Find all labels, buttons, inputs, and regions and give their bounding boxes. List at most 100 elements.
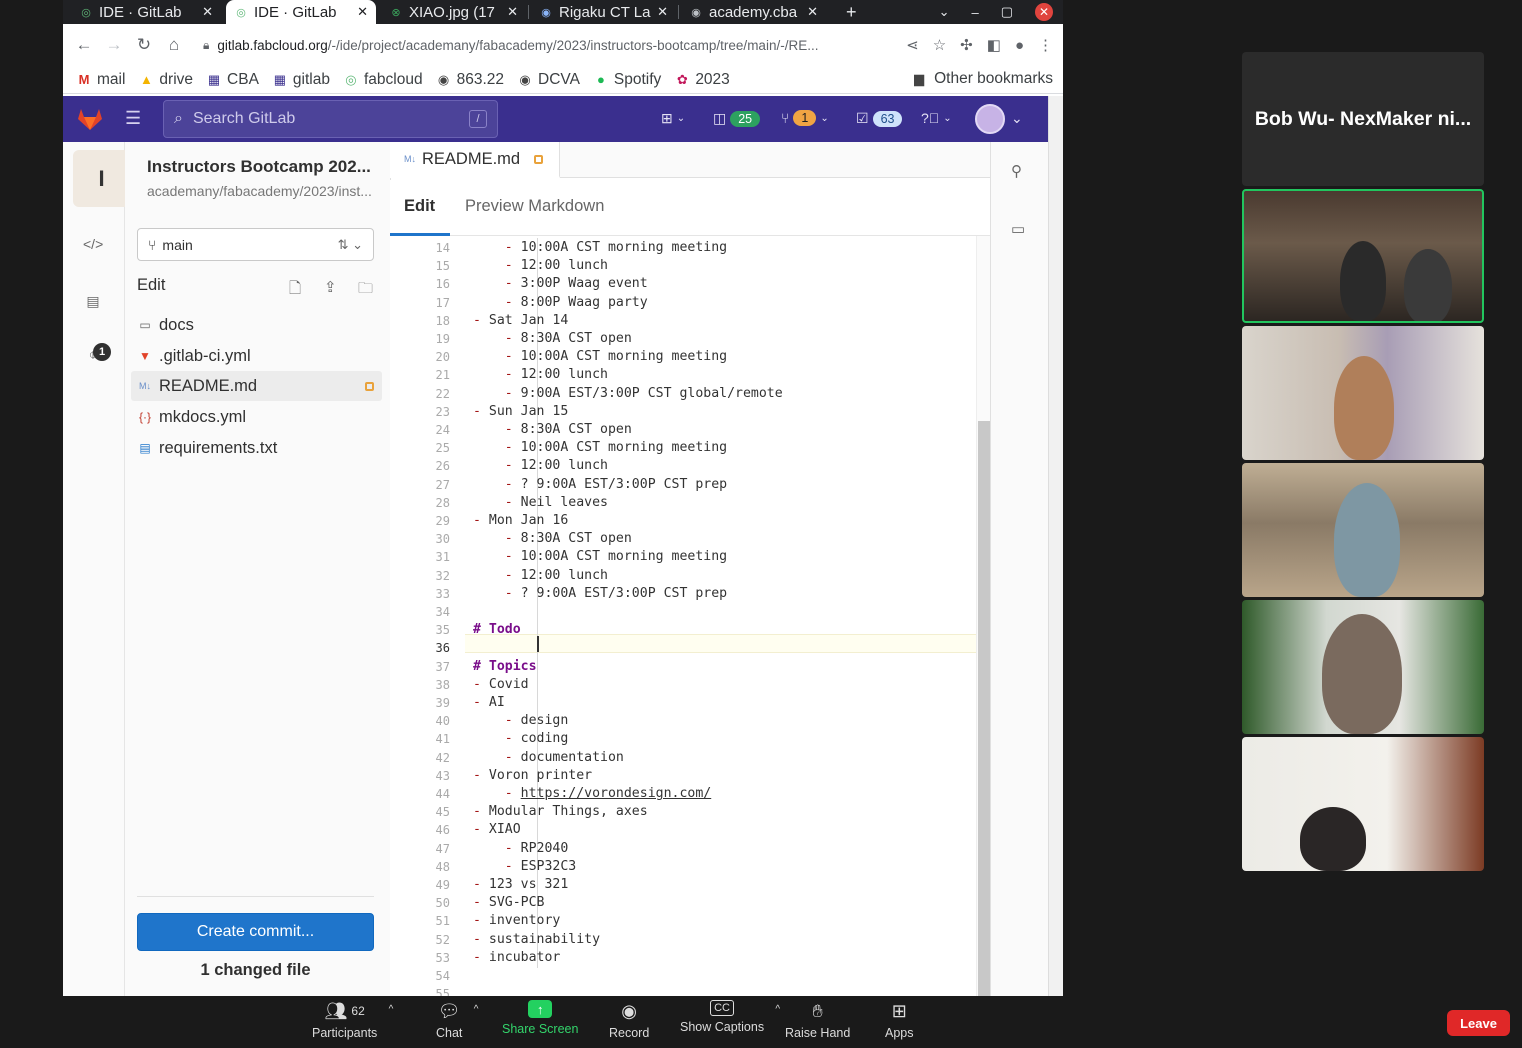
tab-preview-markdown[interactable]: Preview Markdown <box>465 197 604 216</box>
extensions-icon[interactable]: ✣ <box>960 36 973 54</box>
bookmark-2023[interactable]: ✿ 2023 <box>675 71 730 89</box>
raise-hand-button[interactable]: ✋︎ Raise Hand <box>785 1000 850 1041</box>
browser-tab[interactable]: ◉ academy.cba ✕ <box>681 0 826 24</box>
home-icon[interactable]: ⌂ <box>159 35 189 55</box>
bookmarks-bar: Mmail ▲ drive ▦ CBA ▦ gitlab ◎ fabcloud ◉ 863… <box>63 66 1063 94</box>
file-name: .gitlab-ci.yml <box>159 346 251 365</box>
line-number: 21 <box>435 368 450 383</box>
project-avatar[interactable]: I <box>73 150 130 207</box>
close-tab-icon[interactable]: ✕ <box>202 4 213 20</box>
help-menu[interactable]: ?⃝ ⌄ <box>921 110 952 126</box>
close-window-icon[interactable]: ✕ <box>1035 3 1053 21</box>
hamburger-menu-icon[interactable]: ☰ <box>125 108 141 129</box>
record-button[interactable]: ◉ Record <box>609 1000 649 1041</box>
browser-tab[interactable]: ◎ IDE · GitLab ✕ <box>71 0 221 24</box>
maximize-icon[interactable]: ▢ <box>1001 4 1013 20</box>
bookmark-dcva[interactable]: ◉ DCVA <box>518 71 580 89</box>
browser-tab-active[interactable]: ◎ IDE · GitLab ✕ <box>226 0 376 24</box>
chevron-up-icon[interactable]: ^ <box>389 1004 394 1015</box>
participant-name-tile[interactable]: Bob Wu- NexMaker ni... <box>1242 52 1484 186</box>
participant-video[interactable] <box>1242 463 1484 597</box>
participant-video[interactable] <box>1242 600 1484 734</box>
code-icon[interactable]: </> <box>83 236 103 256</box>
new-file-icon[interactable]: 🗋︎ <box>289 278 301 303</box>
list-marker: - <box>504 585 521 601</box>
markdown-icon: M↓ <box>139 381 151 391</box>
search-shortcut: / <box>469 110 487 128</box>
other-bookmarks[interactable]: ▆ Other bookmarks <box>912 70 1053 88</box>
bookmark-spotify[interactable]: ● Spotify <box>594 71 661 89</box>
file-tree-item[interactable]: ▭ docs <box>131 310 382 340</box>
participant-video[interactable] <box>1242 737 1484 871</box>
project-name[interactable]: Instructors Bootcamp 202... <box>147 157 371 177</box>
chevron-up-icon[interactable]: ^ <box>474 1004 479 1015</box>
code-text: 8:30A CST open <box>520 531 632 547</box>
new-tab-button[interactable]: + <box>838 0 865 24</box>
create-new-menu[interactable]: ⊞ ⌄ <box>661 110 685 127</box>
editor-file-tab[interactable]: M↓ README.md <box>390 142 560 178</box>
menu-kebab-icon[interactable]: ⋮ <box>1038 36 1053 54</box>
line-number: 33 <box>435 586 450 601</box>
code-editor[interactable]: - 10:00A CST morning meeting - 12:00 lun… <box>473 236 976 996</box>
chevron-up-icon[interactable]: ^ <box>775 1004 780 1015</box>
chevron-down-icon[interactable]: ⌄ <box>1011 110 1023 127</box>
search-input[interactable]: ⌕ Search GitLab / <box>163 100 498 138</box>
line-number: 29 <box>435 514 450 528</box>
merge-request-dropdown-icon[interactable]: ⇅ ⌄ <box>338 237 363 253</box>
profile-icon[interactable]: ● <box>1015 37 1024 54</box>
close-tab-icon[interactable]: ✕ <box>657 4 668 20</box>
bookmark-gitlab[interactable]: ▦ gitlab <box>273 71 330 89</box>
file-tree-item-selected[interactable]: M↓ README.md <box>131 371 382 401</box>
merge-requests-button[interactable]: ⑂ 1 ⌄ <box>781 110 829 126</box>
file-tree-item[interactable]: {·} mkdocs.yml <box>131 402 382 432</box>
new-folder-icon[interactable]: 🗀︎ <box>358 278 373 303</box>
page-scrollbar[interactable] <box>1048 96 1063 996</box>
participants-button[interactable]: 👥︎ 62 Participants ^ <box>312 1000 393 1041</box>
code-line: - SVG-PCB <box>473 894 544 912</box>
share-icon[interactable]: ⋖ <box>906 36 919 54</box>
gitlab-logo-icon[interactable] <box>77 107 103 131</box>
issues-button[interactable]: ◫ 25 <box>713 110 761 127</box>
show-captions-button[interactable]: CC Show Captions ^ <box>680 1000 780 1034</box>
editor-scrollbar[interactable] <box>976 236 990 996</box>
participant-video[interactable] <box>1242 326 1484 460</box>
participant-video[interactable] <box>1242 189 1484 323</box>
share-screen-button[interactable]: ↑ Share Screen <box>502 1000 578 1036</box>
bookmark-863[interactable]: ◉ 863.22 <box>437 71 504 89</box>
bookmark-star-icon[interactable]: ☆ <box>933 36 946 54</box>
modified-indicator-icon[interactable] <box>534 154 544 164</box>
bookmark-cba[interactable]: ▦ CBA <box>207 71 259 89</box>
upload-icon[interactable]: ⇪ <box>324 278 337 296</box>
user-avatar[interactable] <box>975 104 1005 134</box>
leave-button[interactable]: Leave <box>1447 1010 1510 1036</box>
apps-button[interactable]: ⊞ Apps <box>885 1000 914 1041</box>
side-panel-icon[interactable]: ◧ <box>987 36 1001 54</box>
forward-icon[interactable]: → <box>99 35 129 55</box>
apps-icon: ⊞ <box>891 1000 907 1021</box>
review-icon[interactable]: ▤ <box>83 293 103 313</box>
file-tree-item[interactable]: ▤ requirements.txt <box>131 433 382 463</box>
tab-edit[interactable]: Edit <box>404 197 435 216</box>
address-bar[interactable]: 🔒︎ gitlab.fabcloud.org/-/ide/project/aca… <box>203 30 903 60</box>
browser-tab[interactable]: ⊗ XIAO.jpg (17 ✕ <box>381 0 526 24</box>
terminal-icon[interactable]: ▭ <box>1011 220 1025 238</box>
rocket-icon[interactable]: ⚲ <box>1011 162 1022 180</box>
branch-selector[interactable]: ⑂ main ⇅ ⌄ <box>137 228 374 261</box>
create-commit-button[interactable]: Create commit... <box>137 913 374 951</box>
back-icon[interactable]: ← <box>69 35 99 55</box>
todos-button[interactable]: ☑ 63 <box>856 110 903 127</box>
browser-tab[interactable]: ◉ Rigaku CT La ✕ <box>531 0 676 24</box>
bookmark-fabcloud[interactable]: ◎ fabcloud <box>344 71 422 89</box>
bookmark-drive[interactable]: ▲ drive <box>139 71 193 89</box>
reload-icon[interactable]: ↻ <box>129 35 159 55</box>
close-tab-icon[interactable]: ✕ <box>807 4 818 20</box>
scrollbar-thumb[interactable] <box>978 421 990 996</box>
close-tab-icon[interactable]: ✕ <box>507 4 518 20</box>
close-tab-icon[interactable]: ✕ <box>357 4 368 20</box>
tab-search-icon[interactable]: ⌄ <box>939 4 950 20</box>
code-line: - AI <box>473 694 505 712</box>
chat-button[interactable]: 💬︎ Chat ^ <box>436 1000 478 1041</box>
file-tree-item[interactable]: ▼ .gitlab-ci.yml <box>131 341 382 371</box>
bookmark-mail[interactable]: Mmail <box>77 71 126 89</box>
minimize-icon[interactable]: – <box>971 5 978 20</box>
